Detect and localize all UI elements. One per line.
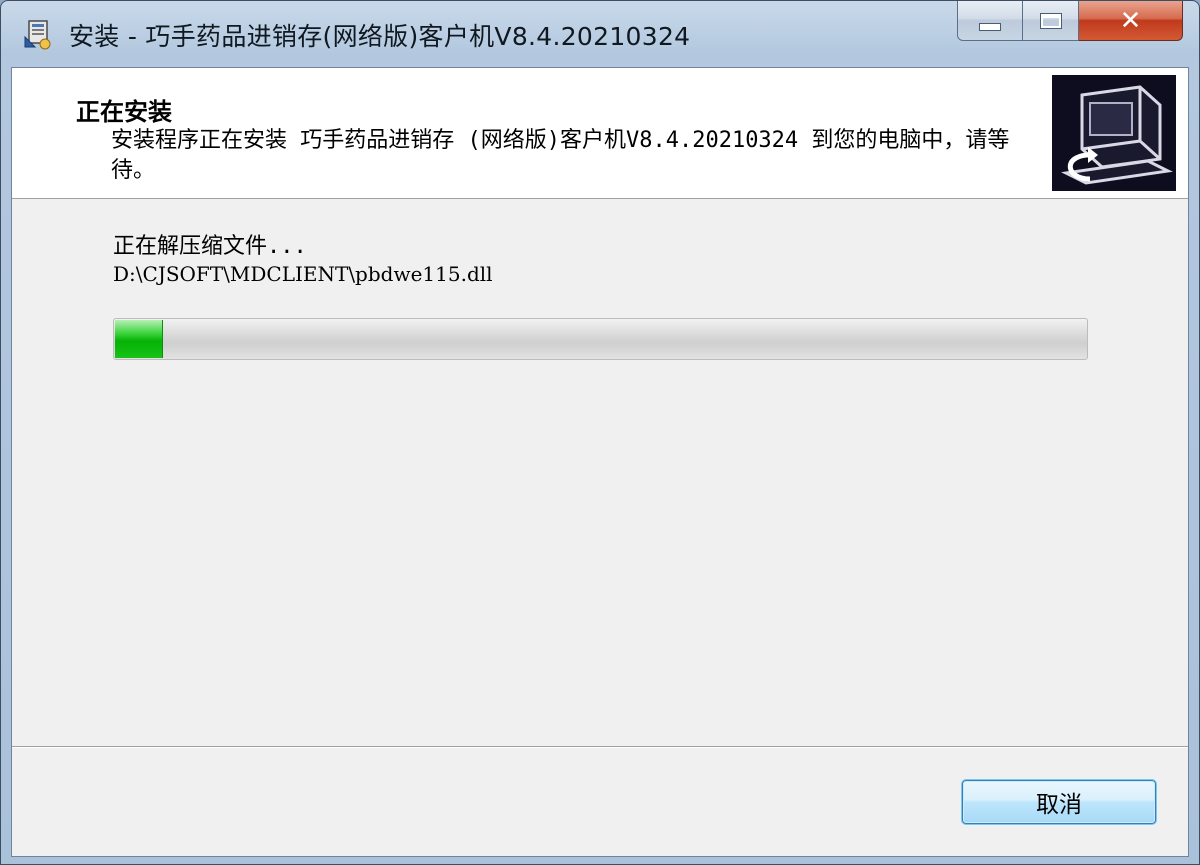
maximize-icon	[1039, 12, 1062, 29]
page-description: 安装程序正在安装 巧手药品进销存 (网络版)客户机V8.4.20210324 到…	[111, 128, 1010, 183]
minimize-button[interactable]	[957, 1, 1023, 41]
maximize-button[interactable]	[1023, 1, 1079, 41]
status-label: 正在解压缩文件...	[113, 234, 307, 259]
install-progress-bar	[113, 318, 1088, 360]
wizard-header: 正在安装 安装程序正在安装 巧手药品进销存 (网络版)客户机V8.4.20210…	[12, 68, 1188, 199]
caption-buttons: ✕	[957, 1, 1183, 43]
minimize-icon	[979, 22, 1001, 31]
footer-separator	[12, 746, 1188, 748]
close-icon: ✕	[1119, 5, 1142, 36]
title-bar[interactable]: 安装 - 巧手药品进销存(网络版)客户机V8.4.20210324 ✕	[1, 1, 1199, 67]
window-title: 安装 - 巧手药品进销存(网络版)客户机V8.4.20210324	[69, 22, 691, 51]
setup-app-icon	[24, 20, 51, 50]
close-button[interactable]: ✕	[1079, 1, 1183, 41]
current-file-path: D:\CJSOFT\MDCLIENT\pbdwe115.dll	[113, 262, 493, 286]
page-title: 正在安装	[76, 98, 172, 126]
progress-fill	[115, 320, 163, 358]
computer-install-icon	[1052, 75, 1176, 191]
cancel-button[interactable]: 取消	[962, 780, 1156, 824]
wizard-client-area: 正在安装 安装程序正在安装 巧手药品进销存 (网络版)客户机V8.4.20210…	[11, 67, 1189, 857]
installer-window: 安装 - 巧手药品进销存(网络版)客户机V8.4.20210324 ✕ 正在安装…	[0, 0, 1200, 865]
